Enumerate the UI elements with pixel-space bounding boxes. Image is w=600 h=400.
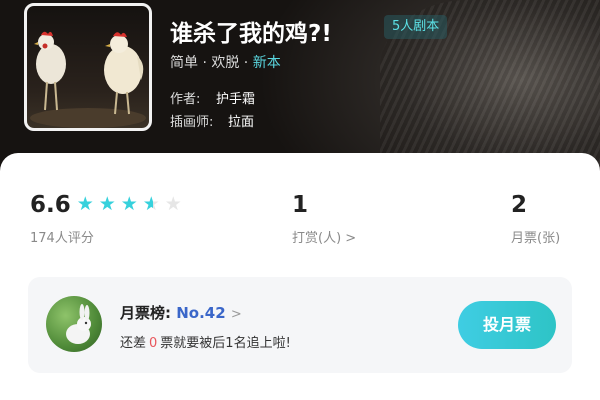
monthly-ticket-count: 2 [511,192,528,218]
tips-count: 1 [292,192,309,218]
rank-gap-prefix: 还差 [120,336,147,351]
rating-stat: 6.6 ★ ★ ★ ★ ★ 174人评分 [30,191,185,246]
rabbit-icon [66,304,91,344]
star-icon: ★ [120,192,138,215]
rating-value: 6.6 [30,192,71,218]
tips-label: 打赏(人) > [292,231,357,246]
rank-label: 月票榜: [120,304,171,322]
genre-text: 简单 · 欢脱 · [170,55,253,71]
star-icon: ★ [143,194,163,214]
rank-title[interactable]: 月票榜: No.42 > [120,302,242,323]
chevron-right-icon: > [230,307,242,322]
new-tag: 新本 [252,55,281,71]
monthly-ticket-stat: 2 月票(张) [511,191,560,246]
star-icon: ★ [76,192,94,215]
book-title: 谁杀了我的鸡?! [170,21,332,47]
star-icon: ★ [164,192,182,215]
rank-gap-count: 0 [149,336,158,351]
author-row: 作者: 护手霜 [170,88,255,107]
player-count-badge: 5人剧本 [384,15,448,39]
details-sheet: 6.6 ★ ★ ★ ★ ★ 174人评分 1 打赏(人) > 2 月票(张) 月票榜: N… [0,153,600,400]
tips-stat[interactable]: 1 打赏(人) > [292,191,356,246]
illustrator-name[interactable]: 拉面 [228,115,254,130]
rating-stars: ★ ★ ★ ★ ★ [77,194,185,214]
monthly-ticket-label: 月票(张) [511,231,561,246]
book-cover-image[interactable] [24,3,152,131]
genre-tags: 简单 · 欢脱 · 新本 [170,52,281,72]
rating-count: 174人评分 [30,231,94,246]
vote-monthly-ticket-button[interactable]: 投月票 [458,301,556,349]
monthly-rank-card: 月票榜: No.42 > 还差 0 票就要被后1名追上啦! 投月票 [28,277,572,373]
rank-gap-text: 还差 0 票就要被后1名追上啦! [120,332,291,351]
rank-gap-suffix: 票就要被后1名追上啦! [160,336,291,351]
chickens-illustration [30,31,146,128]
author-name[interactable]: 护手霜 [216,92,255,107]
author-label: 作者: [170,92,201,107]
illustrator-row: 插画师: 拉面 [170,111,254,130]
star-icon: ★ [98,192,116,215]
rank-avatar [46,296,102,352]
illustrator-label: 插画师: [170,115,214,130]
rank-number: No.42 [176,304,226,322]
